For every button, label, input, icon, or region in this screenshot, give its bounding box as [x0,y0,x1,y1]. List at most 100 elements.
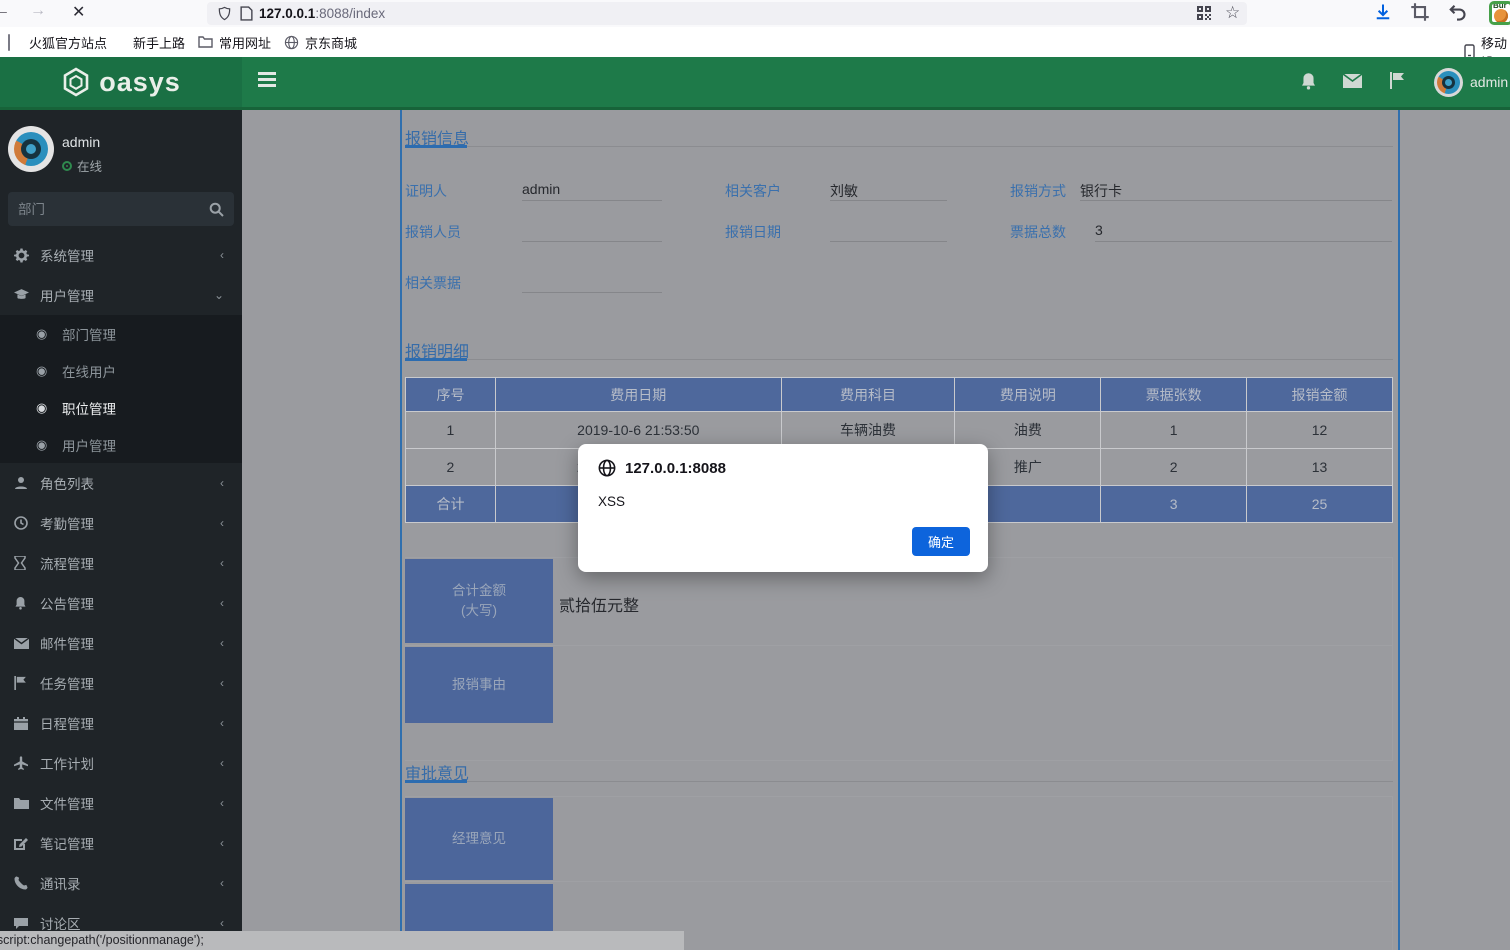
undo-icon[interactable] [1447,2,1469,24]
shield-icon[interactable] [217,6,232,21]
sidebar-item-notes[interactable]: 笔记管理 ‹ [0,823,242,863]
url-bar[interactable]: 127.0.0.1:8088/index ☆ [207,2,1247,25]
hourglass-icon [14,556,29,570]
avatar[interactable] [1434,68,1463,97]
app-header: oasys admin [0,57,1510,110]
sidebar-item-announcements[interactable]: 公告管理 ‹ [0,583,242,623]
page-icon [240,6,253,21]
field-label-bxrq: 报销日期 [725,224,781,240]
flag-icon[interactable] [1390,72,1405,89]
chevron-left-icon: ‹ [220,476,224,490]
field-value-bxfs[interactable]: 银行卡 [1080,181,1122,201]
bookmark-star-icon[interactable]: ☆ [1225,3,1240,23]
hamburger-menu-icon[interactable] [258,71,276,87]
chevron-left-icon: ‹ [220,516,224,530]
sidebar-item-users[interactable]: 用户管理 ⌄ [0,275,242,315]
online-dot-icon [62,160,72,171]
search-input[interactable] [8,201,209,217]
alert-ok-button[interactable]: 确定 [912,527,970,556]
sidebar-item-workflow[interactable]: 流程管理 ‹ [0,543,242,583]
search-icon[interactable] [209,202,224,217]
mail-envelope-icon[interactable] [1343,74,1362,88]
envelope-icon [14,637,29,649]
alert-dialog-header: 127.0.0.1:8088 [598,459,726,477]
user-icon [14,476,29,490]
bookmarks-bar: 火狐官方站点 新手上路 常用网址 京东商城 移动 [0,27,1510,70]
sidebar-item-mail[interactable]: 邮件管理 ‹ [0,623,242,663]
bell-icon [14,596,29,610]
sidebar-item-roles[interactable]: 角色列表 ‹ [0,463,242,503]
chevron-left-icon: ‹ [220,716,224,730]
field-value-pjzs[interactable]: 3 [1095,222,1103,238]
manager-opinion-label-cell: 经理意见 [405,798,553,880]
comment-icon [14,917,29,930]
chevron-left-icon: ‹ [220,756,224,770]
sidebar-item-attendance[interactable]: 考勤管理 ‹ [0,503,242,543]
burp-extension-icon[interactable]: Bur [1489,1,1510,25]
field-label-pjzs: 票据总数 [1010,224,1066,240]
field-value-zmr[interactable]: admin [522,181,560,197]
back-icon[interactable]: ← [0,2,10,20]
sidebar-username: admin [62,134,101,150]
sidebar-item-files[interactable]: 文件管理 ‹ [0,783,242,823]
notifications-bell-icon[interactable] [1300,72,1317,90]
sidebar-item-position-manage[interactable]: ◉ 职位管理 [0,389,242,426]
sidebar-item-schedule[interactable]: 日程管理 ‹ [0,703,242,743]
bookmark-getting-started[interactable]: 新手上路 [112,33,185,52]
plane-icon [14,756,29,770]
header-username[interactable]: admin [1470,74,1508,90]
url-path: :8088/index [315,6,386,21]
link-status-tooltip: javascript:changepath('/positionmanage')… [0,931,684,950]
url-host: 127.0.0.1 [259,6,316,21]
alert-message: XSS [598,494,626,509]
section-rule [405,780,1393,783]
sidebar-search [8,192,234,226]
section-rule [405,358,1393,361]
forward-icon[interactable]: → [30,2,46,20]
sidebar-item-contacts[interactable]: 通讯录 ‹ [0,863,242,903]
chevron-left-icon: ‹ [220,796,224,810]
bookmark-jd[interactable]: 京东商城 [284,33,357,52]
circle-dot-icon: ◉ [36,399,48,415]
field-label-bxfs: 报销方式 [1010,183,1066,199]
chevron-left-icon: ‹ [220,556,224,570]
alert-dialog: 127.0.0.1:8088 XSS 确定 [578,444,988,572]
globe-icon [284,35,300,51]
chevron-left-icon: ‹ [220,916,224,930]
total-amount-label-cell: 合计金额 (大写) [405,559,553,643]
gear-icon [14,248,29,263]
pencil-square-icon [14,836,29,850]
table-row: 1 2019-10-6 21:53:50 车辆油费 油费 1 12 [405,411,1393,449]
stop-icon[interactable]: ✕ [72,2,85,22]
field-label-xgkh: 相关客户 [725,183,781,199]
sidebar-item-department-manage[interactable]: ◉ 部门管理 [0,315,242,352]
sidebar-item-tasks[interactable]: 任务管理 ‹ [0,663,242,703]
section-rule [405,145,1393,148]
graduation-cap-icon [14,288,29,302]
avatar [8,126,54,172]
chevron-left-icon: ‹ [220,876,224,890]
qr-code-icon[interactable] [1197,6,1211,20]
table-header-row: 序号 费用日期 费用科目 费用说明 票据张数 报销金额 [405,377,1393,412]
calendar-icon [14,716,29,730]
download-icon[interactable] [1373,2,1395,24]
field-label-xgpj: 相关票据 [405,275,461,291]
globe-icon [598,459,616,477]
sidebar-item-system[interactable]: 系统管理 ‹ [0,235,242,275]
square-outline-icon [8,33,24,51]
sidebar-item-online-users[interactable]: ◉ 在线用户 [0,352,242,389]
sidebar-item-user-manage[interactable]: ◉ 用户管理 [0,426,242,463]
online-status: 在线 [62,156,102,175]
bookmark-firefox-official[interactable]: 火狐官方站点 [8,33,107,52]
oasys-hexagon-icon [61,67,91,97]
field-label-zmr: 证明人 [405,183,447,199]
chevron-left-icon: ‹ [220,636,224,650]
bookmark-common-sites[interactable]: 常用网址 [198,33,271,52]
screenshot-crop-icon[interactable] [1410,2,1432,24]
alert-origin: 127.0.0.1:8088 [625,459,726,477]
oasys-logo[interactable]: oasys [0,57,242,107]
firefox-ball-icon [112,35,128,51]
field-value-xgkh[interactable]: 刘敏 [830,181,858,201]
sidebar-item-work-plan[interactable]: 工作计划 ‹ [0,743,242,783]
browser-toolbar: ← → ✕ 127.0.0.1:8088/index ☆ Bur [0,0,1510,27]
